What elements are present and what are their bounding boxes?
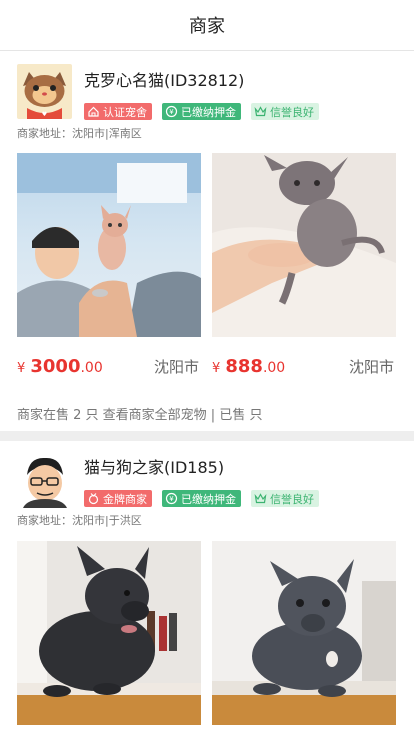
medal-icon: [88, 493, 99, 505]
top-bar: 商家: [0, 0, 414, 51]
gold-merchant-badge: 金牌商家: [84, 490, 152, 507]
merchant-badges: 认证宠舍 ¥ 已缴纳押金 信誉良好: [84, 103, 319, 120]
currency-symbol: ¥: [212, 361, 221, 376]
merchant-badges: 金牌商家 ¥ 已缴纳押金 信誉良好: [84, 490, 319, 507]
reputation-badge: 信誉良好: [251, 103, 319, 120]
price-integer: 3000: [30, 356, 81, 377]
svg-text:♥: ♥: [42, 111, 47, 118]
merchant-summary-link[interactable]: 商家在售 2 只 查看商家全部宠物 | 已售 只: [17, 404, 262, 423]
merchant-address: 商家地址：沈阳市|于洪区: [17, 514, 142, 527]
pet-photo[interactable]: [212, 153, 396, 337]
badge-label: 信誉良好: [270, 492, 314, 506]
badge-label: 认证宠舍: [103, 105, 147, 119]
cat-logo-icon: ♥: [17, 64, 72, 119]
pet-city: 沈阳市: [349, 358, 395, 376]
deposit-badge: ¥ 已缴纳押金: [162, 103, 241, 120]
certified-badge: 认证宠舍: [84, 103, 152, 120]
merchant-avatar[interactable]: [17, 453, 72, 508]
cartoon-face-icon: [17, 453, 72, 508]
merchant-card[interactable]: 猫与狗之家(ID185) 金牌商家 ¥ 已缴纳押金 信誉良好 商家地址：沈阳市|…: [0, 441, 414, 736]
sphynx-kitten-image: [212, 153, 396, 337]
merchant-card[interactable]: ♥ 克罗心名猫(ID32812) 认证宠舍 ¥ 已缴纳押金 信誉良好 商家地址：…: [0, 51, 414, 431]
currency-symbol: ¥: [17, 361, 26, 376]
pet-price: ¥ 3000.00: [17, 356, 103, 377]
crown-icon: [254, 106, 267, 117]
pet-city: 沈阳市: [154, 358, 200, 376]
svg-text:¥: ¥: [169, 495, 174, 503]
pet-photo[interactable]: [17, 541, 201, 725]
svg-text:¥: ¥: [169, 108, 174, 116]
pet-photo[interactable]: [212, 541, 396, 725]
badge-label: 已缴纳押金: [181, 105, 236, 119]
reputation-badge: 信誉良好: [251, 490, 319, 507]
sphynx-kitten-image: [17, 153, 201, 337]
pet-price: ¥ 888.00: [212, 356, 285, 377]
merchant-avatar[interactable]: ♥: [17, 64, 72, 119]
pet-photo[interactable]: [17, 153, 201, 337]
french-bulldog-image: [17, 541, 201, 725]
price-decimal: .00: [262, 360, 286, 376]
coin-icon: ¥: [165, 105, 178, 118]
badge-label: 金牌商家: [103, 492, 147, 506]
coin-icon: ¥: [165, 492, 178, 505]
price-decimal: .00: [80, 360, 103, 376]
crown-icon: [254, 493, 267, 504]
french-bulldog-image: [212, 541, 396, 725]
deposit-badge: ¥ 已缴纳押金: [162, 490, 241, 507]
house-icon: [88, 106, 99, 117]
page-title: 商家: [189, 16, 225, 37]
badge-label: 信誉良好: [270, 105, 314, 119]
section-divider: [0, 431, 414, 441]
badge-label: 已缴纳押金: [181, 492, 236, 506]
merchant-name[interactable]: 克罗心名猫(ID32812): [84, 67, 244, 91]
merchant-address: 商家地址：沈阳市|浑南区: [17, 127, 142, 140]
merchant-name[interactable]: 猫与狗之家(ID185): [84, 454, 224, 478]
price-integer: 888: [225, 356, 263, 377]
